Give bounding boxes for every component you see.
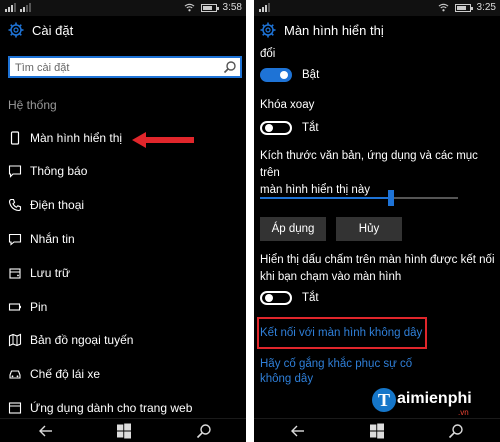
web-app-icon: [8, 402, 22, 414]
battery-icon: [8, 303, 21, 311]
status-bar: 3:25: [254, 0, 500, 16]
signal-icon: [259, 3, 270, 12]
menu-item-messaging[interactable]: Nhắn tin: [8, 229, 75, 249]
partial-setting-text: đổi: [260, 48, 276, 60]
toggle-state-label: Bật: [302, 69, 320, 81]
gear-icon: [260, 22, 276, 38]
dots-setting-description: Hiển thị dấu chấm trên màn hình được kết…: [260, 252, 495, 286]
storage-icon: [9, 268, 21, 279]
menu-item-label: Nhắn tin: [30, 232, 75, 246]
menu-item-label: Lưu trữ: [30, 266, 71, 280]
dots-setting-row: Tắt: [260, 291, 319, 305]
troubleshoot-link[interactable]: Hãy cố gắng khắc phục sự cố không dây: [260, 357, 412, 387]
phone-call-icon: [8, 198, 22, 212]
wifi-icon: [184, 3, 194, 12]
red-arrow-annotation-icon: [132, 132, 194, 148]
toggle-state-label: Tắt: [302, 122, 319, 134]
battery-indicator-icon: [454, 3, 473, 12]
page-header: Cài đặt: [8, 22, 73, 38]
toggle-state-label: Tắt: [302, 292, 319, 304]
navigation-bar: [0, 418, 246, 442]
windows-start-icon[interactable]: [116, 423, 132, 439]
section-label: Hệ thống: [8, 98, 57, 112]
search-icon[interactable]: [196, 423, 212, 439]
menu-item-label: Thông báo: [30, 164, 88, 178]
search-box[interactable]: [8, 56, 242, 78]
menu-item-label: Màn hình hiển thị: [30, 131, 123, 145]
battery-indicator-icon: [200, 3, 219, 12]
phone-icon: [10, 131, 20, 145]
dots-setting-line2: khi bạn chạm vào màn hình: [260, 271, 402, 283]
rotation-lock-toggle[interactable]: [260, 121, 292, 135]
back-icon[interactable]: [38, 423, 54, 439]
cancel-button[interactable]: Hủy: [336, 217, 402, 241]
taimienphi-logo: T aimienphi .vn: [372, 388, 472, 417]
gear-icon: [8, 22, 24, 38]
slider-thumb[interactable]: [388, 190, 394, 206]
windows-start-icon[interactable]: [369, 423, 385, 439]
dots-setting-line1: Hiển thị dấu chấm trên màn hình được kết…: [260, 254, 495, 266]
page-header: Màn hình hiển thị: [260, 22, 384, 38]
back-icon[interactable]: [290, 423, 306, 439]
status-time: 3:25: [476, 2, 496, 13]
wireless-display-link[interactable]: Kết nối với màn hình không dây: [260, 326, 422, 341]
rotation-lock-row: Tắt: [260, 121, 319, 135]
menu-item-label: Pin: [30, 300, 48, 314]
signal-icon: [20, 3, 31, 12]
menu-item-phone[interactable]: Điện thoại: [8, 195, 84, 215]
text-size-slider[interactable]: [260, 190, 458, 206]
page-title: Cài đặt: [32, 22, 74, 38]
toggle-switch[interactable]: [260, 68, 292, 82]
menu-item-display[interactable]: Màn hình hiển thị: [8, 128, 122, 148]
menu-item-notifications[interactable]: Thông báo: [8, 161, 87, 181]
troubleshoot-link-line1: Hãy cố gắng khắc phục sự cố: [260, 358, 413, 370]
display-settings-screen: 3:25 Màn hình hiển thị đổi Bật Khóa xoay…: [254, 0, 500, 442]
menu-item-battery[interactable]: Pin: [8, 297, 47, 317]
search-icon[interactable]: [223, 60, 237, 74]
menu-item-driving-mode[interactable]: Chế độ lái xe: [8, 364, 100, 384]
menu-item-apps-for-websites[interactable]: Ứng dụng dành cho trang web: [8, 398, 192, 418]
message-icon: [8, 233, 22, 246]
car-icon: [9, 370, 21, 379]
slider-fill: [260, 197, 388, 199]
logo-letter: T: [372, 388, 396, 412]
menu-item-label: Điện thoại: [30, 198, 85, 212]
slider-track: [394, 197, 458, 199]
search-input[interactable]: [10, 59, 215, 77]
menu-item-offline-maps[interactable]: Bản đồ ngoại tuyến: [8, 330, 133, 350]
menu-item-label: Bản đồ ngoại tuyến: [30, 333, 134, 347]
status-bar: 3:58: [0, 0, 246, 16]
menu-item-storage[interactable]: Lưu trữ: [8, 263, 70, 283]
status-time: 3:58: [222, 2, 242, 13]
logo-text: aimienphi: [397, 390, 472, 407]
toggle-row-1: Bật: [260, 68, 319, 82]
dots-toggle[interactable]: [260, 291, 292, 305]
settings-screen: 3:58 Cài đặt Hệ thống Màn hình hiển thị …: [0, 0, 246, 442]
apply-button[interactable]: Áp dụng: [260, 217, 326, 241]
rotation-lock-title: Khóa xoay: [260, 99, 315, 111]
troubleshoot-link-line2: không dây: [260, 373, 314, 385]
text-size-line1: Kích thước văn bản, ứng dụng và các mục …: [260, 150, 478, 179]
page-title: Màn hình hiển thị: [284, 22, 384, 38]
menu-item-label: Ứng dụng dành cho trang web: [30, 401, 193, 415]
notification-icon: [8, 165, 22, 178]
map-icon: [8, 333, 22, 347]
navigation-bar: [254, 418, 500, 442]
search-icon[interactable]: [448, 423, 464, 439]
logo-domain: .vn: [458, 408, 469, 417]
signal-icon: [5, 3, 16, 12]
wifi-icon: [438, 3, 448, 12]
menu-item-label: Chế độ lái xe: [30, 367, 101, 381]
